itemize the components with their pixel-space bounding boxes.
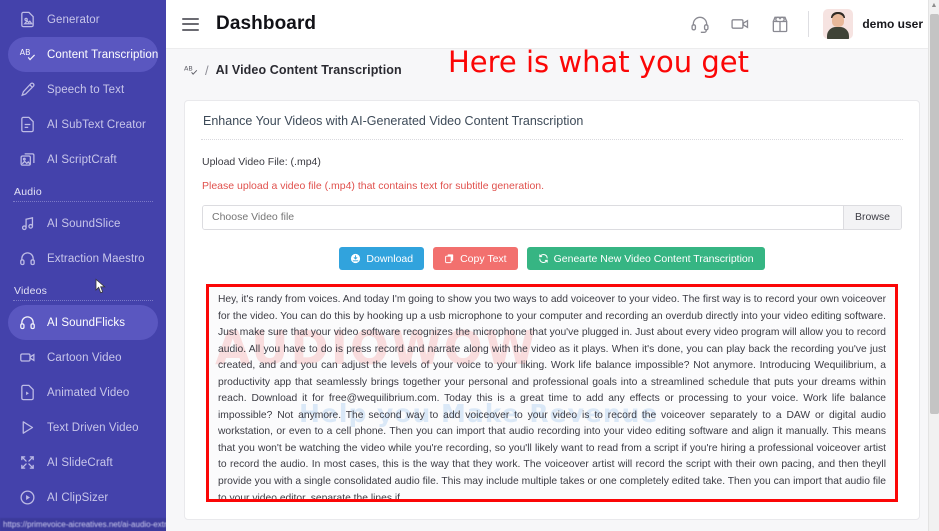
headphones-icon — [19, 250, 36, 267]
download-circle-icon — [351, 253, 361, 264]
headphones-icon — [19, 314, 36, 331]
music-note-icon — [19, 215, 36, 232]
hamburger-menu-icon[interactable] — [182, 17, 199, 31]
topbar-divider — [808, 11, 810, 37]
annotation-text: Here is what you get — [448, 45, 749, 79]
upload-label: Upload Video File: (.mp4) — [202, 156, 321, 168]
sidebar-item-label: Text Driven Video — [47, 421, 139, 434]
sidebar-divider-audio — [13, 201, 153, 202]
ab-check-icon: AB — [184, 65, 198, 75]
expand-arrows-icon — [19, 454, 36, 471]
play-triangle-icon — [19, 419, 36, 436]
sidebar-item-text-driven-video[interactable]: Text Driven Video — [8, 410, 158, 445]
sidebar-item-ai-soundflicks[interactable]: AI SoundFlicks — [8, 305, 158, 340]
breadcrumb: AB / AI Video Content Transcription Here… — [166, 45, 939, 91]
ab-check-icon: AB — [19, 46, 36, 63]
page-title: Dashboard — [216, 13, 317, 34]
transcript-output-box[interactable]: AUDIOWOW Help you Make Revenue Hey, it's… — [206, 284, 898, 502]
sidebar-item-label: AI ScriptCraft — [47, 153, 117, 166]
sidebar-item-ai-soundslice[interactable]: AI SoundSlice — [8, 206, 158, 241]
sidebar-item-label: Content Transcription — [47, 48, 159, 61]
sidebar-item-ai-slidecraft[interactable]: AI SlideCraft — [8, 445, 158, 480]
generate-button-label: Genearte New Video Content Transcription — [553, 252, 754, 265]
sidebar-item-label: AI SubText Creator — [47, 118, 146, 131]
transcript-text: Hey, it's randy from voices. And today I… — [218, 294, 887, 502]
copy-text-button[interactable]: Copy Text — [433, 247, 518, 270]
sidebar-item-label: Extraction Maestro — [47, 252, 145, 265]
sidebar-item-cartoon-video[interactable]: Cartoon Video — [8, 340, 158, 375]
topbar: Dashboard demo user — [166, 0, 939, 49]
sidebar-item-label: Speech to Text — [47, 83, 125, 96]
breadcrumb-current: AI Video Content Transcription — [215, 63, 402, 77]
image-stack-icon — [19, 151, 36, 168]
play-circle-icon — [19, 489, 36, 506]
headset-icon[interactable] — [690, 14, 710, 34]
sidebar-item-label: AI SlideCraft — [47, 456, 113, 469]
copy-text-button-label: Copy Text — [460, 252, 507, 265]
transcription-card: Enhance Your Videos with AI-Generated Vi… — [184, 100, 920, 520]
sidebar: Generator AB Content Transcription Speec… — [0, 0, 166, 531]
card-heading: Enhance Your Videos with AI-Generated Vi… — [203, 114, 584, 128]
video-camera-icon[interactable] — [730, 14, 750, 34]
card-body: Upload Video File: (.mp4) Please upload … — [185, 140, 919, 502]
sidebar-item-speech-to-text[interactable]: Speech to Text — [8, 72, 158, 107]
download-button[interactable]: Download — [339, 247, 425, 270]
sidebar-item-animated-video[interactable]: Animated Video — [8, 375, 158, 410]
browser-status-url: https://primevoice-aicreatives.net/ai-au… — [0, 518, 166, 531]
upload-warning: Please upload a video file (.mp4) that c… — [202, 180, 545, 192]
sidebar-item-label: AI SoundFlicks — [47, 316, 126, 329]
microphone-icon — [19, 81, 36, 98]
sidebar-item-label: AI SoundSlice — [47, 217, 121, 230]
username-label: demo user — [862, 17, 923, 31]
app-root: Generator AB Content Transcription Speec… — [0, 0, 939, 531]
document-lines-icon — [19, 116, 36, 133]
document-image-icon — [19, 11, 36, 28]
file-upload-row[interactable]: Browse — [202, 205, 902, 230]
sidebar-item-label: Generator — [47, 13, 100, 26]
breadcrumb-separator: / — [205, 62, 209, 78]
sidebar-item-extraction-maestro[interactable]: Extraction Maestro — [8, 241, 158, 276]
sidebar-item-generator[interactable]: Generator — [8, 2, 158, 37]
main-content: Dashboard demo user AB / AI Video Conten… — [166, 0, 939, 531]
sidebar-section-videos: Videos — [14, 285, 48, 297]
sidebar-item-label: AI ClipSizer — [47, 491, 109, 504]
topbar-icon-group — [690, 14, 790, 34]
scroll-up-arrow-icon[interactable]: ▲ — [929, 0, 939, 12]
sidebar-item-content-transcription[interactable]: AB Content Transcription — [8, 37, 158, 72]
sidebar-item-ai-clipsizer[interactable]: AI ClipSizer — [8, 480, 158, 515]
sidebar-section-audio: Audio — [14, 186, 42, 198]
sidebar-item-label: Cartoon Video — [47, 351, 122, 364]
copy-icon — [445, 254, 454, 264]
generate-transcription-button[interactable]: Genearte New Video Content Transcription — [526, 247, 765, 270]
gift-shop-icon[interactable] — [770, 14, 790, 34]
svg-text:AB: AB — [184, 65, 193, 73]
video-camera-icon — [19, 349, 36, 366]
svg-text:AB: AB — [20, 48, 31, 57]
sidebar-divider-videos — [13, 300, 153, 301]
download-button-label: Download — [366, 252, 414, 265]
browse-button[interactable]: Browse — [842, 206, 901, 229]
file-path-input[interactable] — [203, 206, 843, 229]
action-button-row: Download Copy Text Genearte New Video Co… — [202, 247, 902, 270]
sidebar-item-ai-scriptcraft[interactable]: AI ScriptCraft — [8, 142, 158, 177]
sidebar-item-label: Animated Video — [47, 386, 130, 399]
document-play-icon — [19, 384, 36, 401]
avatar — [823, 9, 854, 39]
scrollbar-thumb[interactable] — [930, 14, 939, 414]
refresh-icon — [538, 254, 548, 263]
sidebar-item-ai-subtext-creator[interactable]: AI SubText Creator — [8, 107, 158, 142]
user-menu[interactable]: demo user — [823, 9, 925, 39]
page-scrollbar[interactable]: ▲ — [928, 0, 939, 531]
